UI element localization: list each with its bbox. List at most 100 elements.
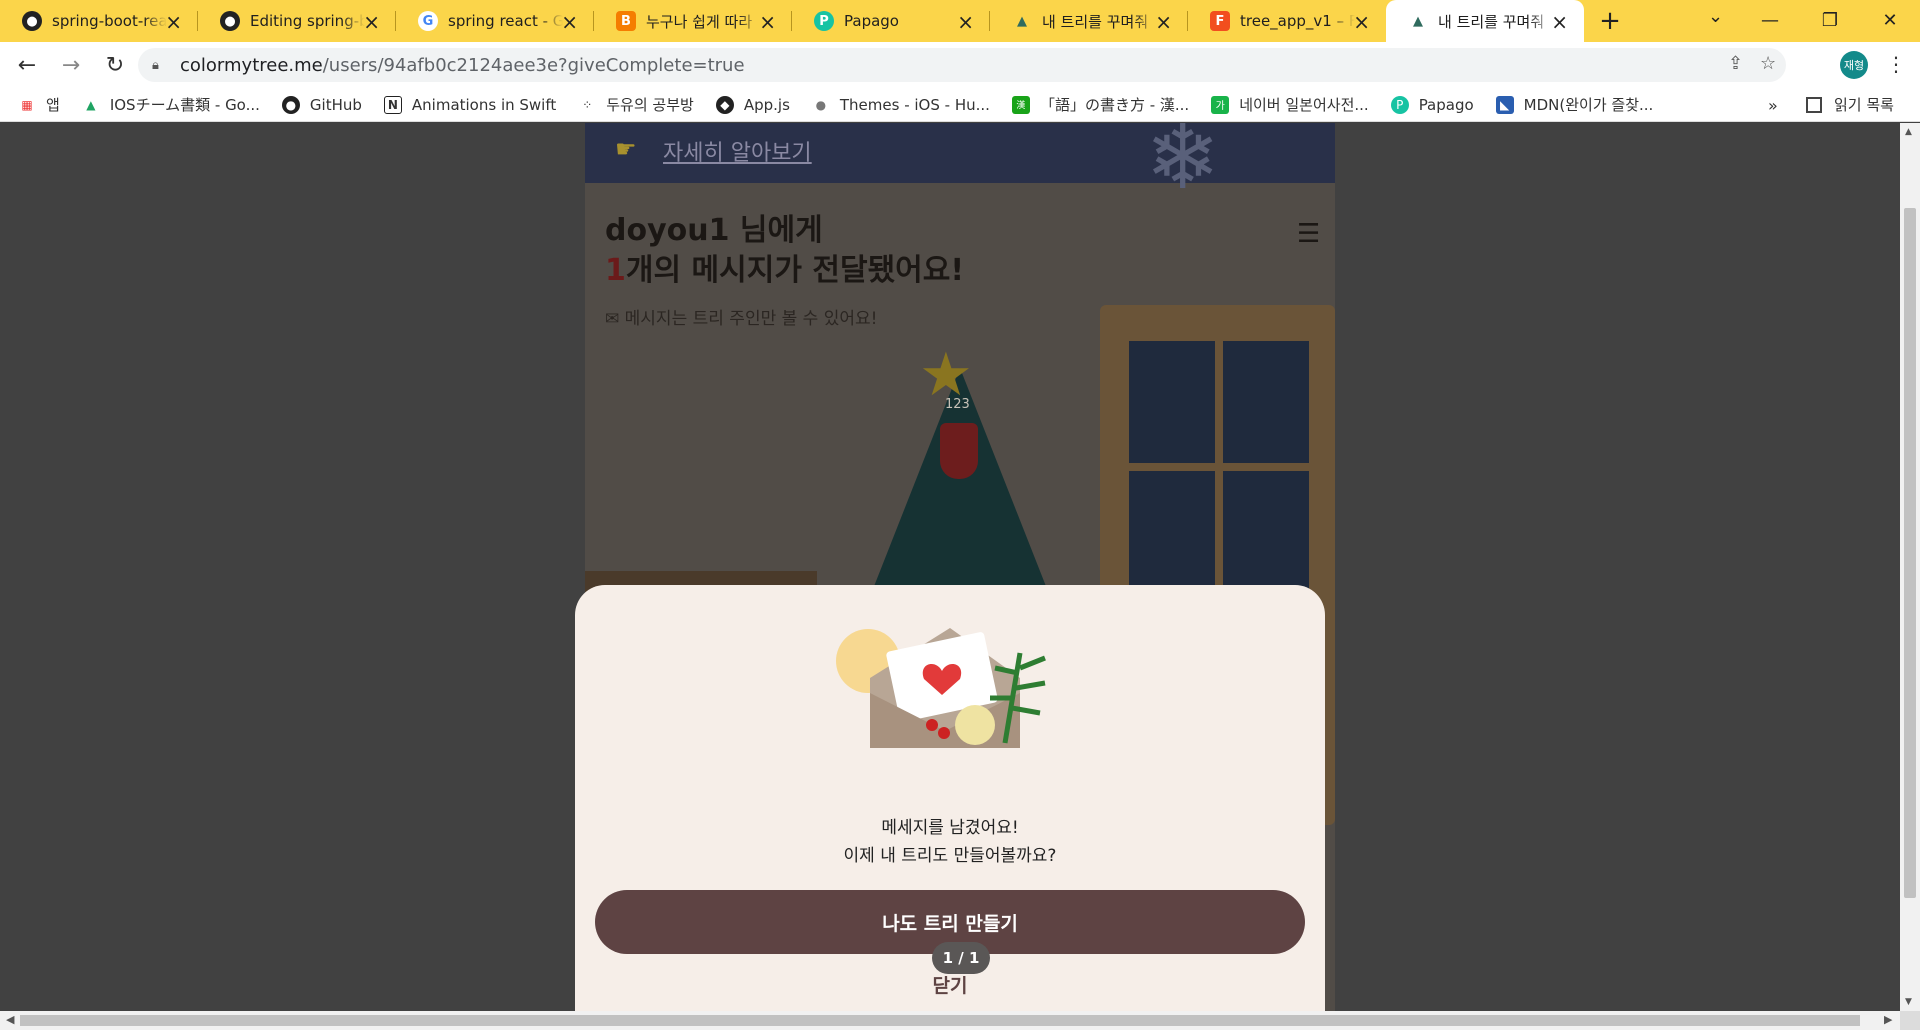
message-count: 1	[605, 253, 626, 288]
browser-tab-active[interactable]: ▲ 내 트리를 꾸며줘 ×	[1386, 0, 1584, 42]
scroll-up-icon[interactable]: ▲	[1905, 127, 1912, 137]
bookmark-star-icon[interactable]: ☆	[1760, 53, 1776, 74]
apple-icon: ●	[815, 97, 827, 112]
address-bar[interactable]: 🔒︎ colormytree.me/users/94afb0c2124aee3e…	[138, 48, 1786, 82]
learn-more-link[interactable]: 자세히 알아보기	[663, 135, 812, 167]
minimize-icon[interactable]: —	[1740, 0, 1800, 40]
window-controls: — ❐ ✕	[1740, 0, 1920, 40]
reload-icon[interactable]: ↻	[98, 48, 132, 82]
scroll-down-icon[interactable]: ▼	[1905, 997, 1912, 1007]
modal-message-line2: 이제 내 트리도 만들어볼까요?	[843, 846, 1057, 866]
figma-icon: F	[1210, 11, 1230, 31]
tab-title: 내 트리를 꾸며줘	[1042, 12, 1149, 31]
stocking-ornament[interactable]	[940, 423, 978, 479]
bookmark-item[interactable]: P Papago	[1390, 95, 1474, 114]
lock-icon[interactable]: 🔒︎	[152, 58, 166, 73]
bookmark-item[interactable]: N Animations in Swift	[383, 95, 556, 114]
menu-kebab-icon[interactable]: ⋮	[1886, 52, 1906, 76]
vertical-scroll-thumb[interactable]	[1904, 208, 1916, 898]
close-icon[interactable]: ×	[1551, 10, 1568, 34]
browser-toolbar: ← → ↻ 🔒︎ colormytree.me/users/94afb0c212…	[0, 42, 1920, 88]
tab-title: 내 트리를 꾸며줘	[1438, 12, 1545, 31]
scroll-right-icon[interactable]: ▶	[1884, 1013, 1892, 1026]
google-icon: G	[418, 11, 438, 31]
bookmark-item[interactable]: ◣ MDN(완이가 즐찾...	[1495, 94, 1653, 115]
horizontal-scrollbar[interactable]: ◀ ▶	[0, 1011, 1900, 1030]
close-icon[interactable]: ×	[165, 10, 182, 34]
close-modal-link[interactable]: 닫기	[575, 971, 1325, 998]
browser-tab[interactable]: ▲ 내 트리를 꾸며줘 ×	[990, 0, 1188, 42]
bookmark-item[interactable]: ● Themes - iOS - Hu...	[812, 96, 990, 114]
forward-arrow-icon[interactable]: →	[54, 48, 88, 82]
close-icon[interactable]: ×	[759, 10, 776, 34]
tree-count: 123	[945, 397, 970, 412]
papago-icon: P	[814, 11, 834, 31]
message-count-heading: 1개의 메시지가 전달됐어요!	[605, 253, 965, 288]
tab-title: spring-boot-react	[52, 12, 167, 30]
share-icon[interactable]: ⇪	[1728, 53, 1743, 74]
snowflake-icon: ❄	[1145, 123, 1221, 210]
pointing-hand-icon: ☛	[615, 135, 637, 163]
modal-message-line1: 메세지를 남겼어요!	[881, 818, 1019, 838]
envelope-icon: ✉	[605, 309, 625, 329]
page-indicator: 1 / 1	[932, 942, 990, 974]
letter-illustration	[836, 628, 1046, 748]
tab-title: Papago	[844, 12, 899, 30]
hamburger-menu-icon[interactable]: ☰	[1297, 219, 1320, 249]
tab-search-chevron-icon[interactable]: ⌄	[1708, 6, 1723, 27]
bookmarks-overflow-icon[interactable]: »	[1768, 96, 1778, 115]
bookmark-item[interactable]: ▦ 앱	[18, 94, 59, 115]
tab-strip: ● spring-boot-react × ● Editing spring-b…	[0, 0, 1920, 42]
horizontal-scroll-thumb[interactable]	[20, 1015, 1860, 1026]
page-title: doyou1 님에게	[605, 213, 823, 248]
restore-icon[interactable]: ❐	[1800, 0, 1860, 40]
bookmark-item[interactable]: ● GitHub	[281, 95, 362, 114]
papago-icon: P	[1390, 95, 1409, 114]
tab-title: spring react - Go	[448, 12, 563, 30]
browser-tab[interactable]: G spring react - Go ×	[396, 0, 594, 42]
top-banner: ☛ 자세히 알아보기 ❄	[585, 123, 1335, 203]
github-icon: ●	[220, 11, 240, 31]
browser-tab[interactable]: B 누구나 쉽게 따라 ×	[594, 0, 792, 42]
owner-only-note: ✉ 메시지는 트리 주인만 볼 수 있어요!	[605, 309, 878, 329]
close-icon[interactable]: ×	[363, 10, 380, 34]
github-icon: ●	[22, 11, 42, 31]
kanji-icon: 漢	[1011, 95, 1030, 114]
apps-grid-icon: ▦	[21, 97, 33, 112]
reading-list[interactable]: 읽기 목록	[1806, 94, 1894, 115]
scroll-left-icon[interactable]: ◀	[6, 1013, 14, 1026]
appjs-icon: ◆	[715, 95, 734, 114]
tab-title: 누구나 쉽게 따라	[646, 12, 753, 31]
scrollbar-corner	[1900, 1011, 1920, 1030]
close-icon[interactable]: ×	[957, 10, 974, 34]
browser-tab[interactable]: ● Editing spring-bo ×	[198, 0, 396, 42]
tree-icon: ▲	[1017, 13, 1027, 29]
close-icon[interactable]: ×	[1353, 10, 1370, 34]
browser-tab[interactable]: F tree_app_v1 – Fig ×	[1188, 0, 1386, 42]
bookmark-item[interactable]: 漢「語」の書き方 - 漢...	[1011, 94, 1189, 115]
star-icon: ★	[919, 340, 973, 410]
browser-tab[interactable]: P Papago ×	[792, 0, 990, 42]
bookmark-item[interactable]: ▲ IOSチーム書類 - Go...	[82, 94, 260, 115]
dots-icon: ⁘	[582, 97, 593, 112]
reading-list-icon	[1806, 96, 1822, 113]
window-close-icon[interactable]: ✕	[1860, 0, 1920, 40]
vertical-scrollbar[interactable]: ▲ ▼	[1900, 123, 1920, 1011]
notion-icon: N	[383, 95, 402, 114]
close-icon[interactable]: ×	[1155, 10, 1172, 34]
profile-avatar[interactable]: 재형	[1840, 51, 1868, 79]
new-tab-button[interactable]: +	[1590, 0, 1630, 42]
page-viewport: ☛ 자세히 알아보기 ❄ doyou1 님에게 1개의 메시지가 전달됐어요! …	[0, 123, 1900, 1011]
tab-title: Editing spring-bo	[250, 12, 365, 30]
back-arrow-icon[interactable]: ←	[10, 48, 44, 82]
mdn-icon: ◣	[1495, 95, 1514, 114]
bookmark-item[interactable]: ⁘ 두유의 공부방	[578, 94, 694, 115]
tab-title: tree_app_v1 – Fig	[1240, 12, 1355, 30]
bookmark-item[interactable]: 가 네이버 일본어사전...	[1211, 94, 1369, 115]
bookmark-item[interactable]: ◆ App.js	[715, 95, 790, 114]
bookmarks-bar: ▦ 앱 ▲ IOSチーム書類 - Go... ● GitHub N Animations…	[0, 88, 1920, 122]
browser-tab[interactable]: ● spring-boot-react ×	[0, 0, 198, 42]
naver-icon: 가	[1211, 95, 1230, 114]
tree-icon: ▲	[1413, 13, 1423, 29]
close-icon[interactable]: ×	[561, 10, 578, 34]
